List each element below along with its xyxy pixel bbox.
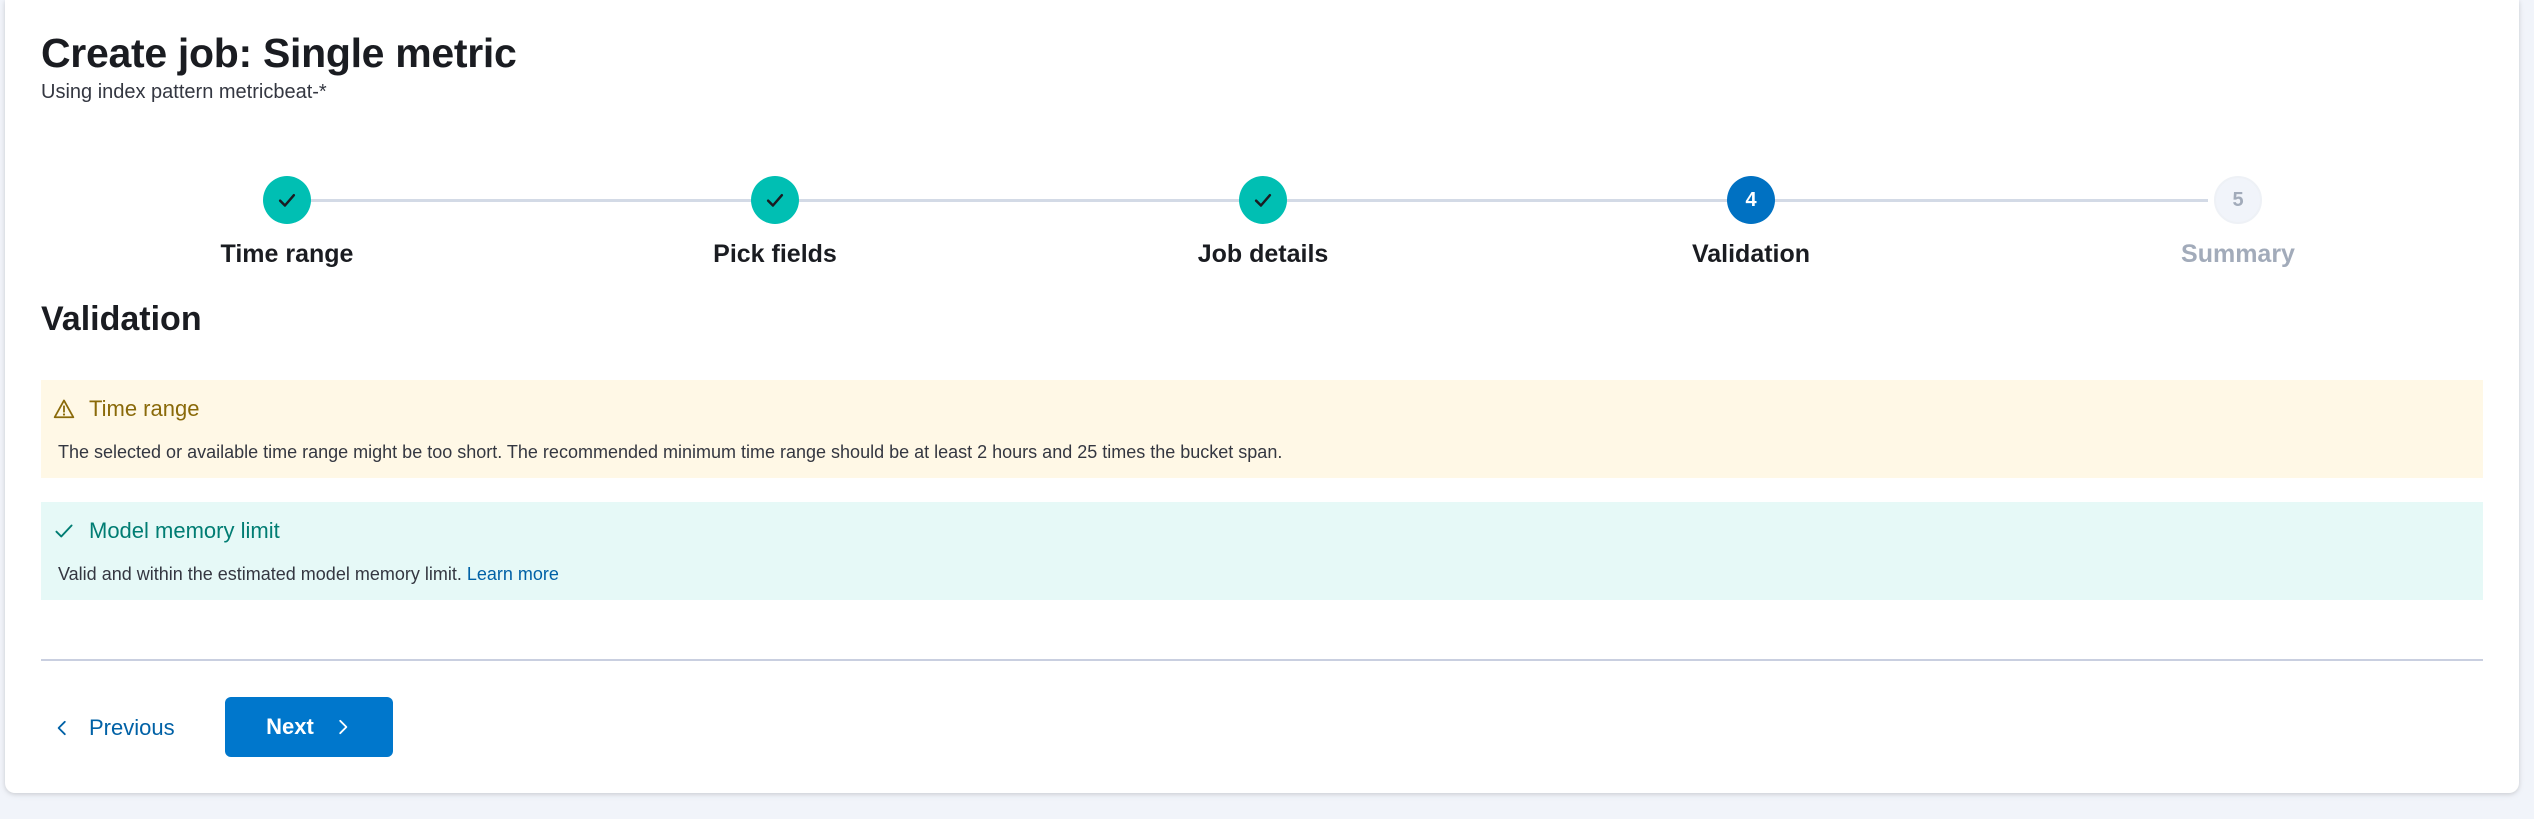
step-label: Job details bbox=[1197, 240, 1329, 268]
step-number-badge: 5 bbox=[2214, 176, 2262, 224]
chevron-right-icon bbox=[339, 719, 348, 735]
footer-divider bbox=[41, 659, 2483, 661]
callout-title: Model memory limit bbox=[89, 518, 280, 543]
step-complete-indicator bbox=[1239, 176, 1287, 224]
check-icon bbox=[1254, 193, 1272, 207]
step-number-badge: 4 bbox=[1727, 176, 1775, 224]
next-button-label: Next bbox=[266, 714, 314, 739]
step-label: Validation bbox=[1691, 240, 1811, 268]
model-memory-limit-callout: Model memory limit Valid and within the … bbox=[41, 502, 2483, 600]
check-icon bbox=[766, 193, 784, 207]
step-complete-indicator bbox=[751, 176, 799, 224]
check-icon bbox=[55, 524, 73, 538]
section-title: Validation bbox=[41, 300, 202, 338]
step-pick-fields[interactable]: Pick fields bbox=[531, 176, 1019, 269]
check-icon bbox=[278, 193, 296, 207]
callout-body: The selected or available time range mig… bbox=[58, 442, 1283, 462]
step-label: Pick fields bbox=[713, 240, 837, 268]
step-label: Summary bbox=[2181, 240, 2295, 268]
callout-body: Valid and within the estimated model mem… bbox=[58, 564, 559, 585]
step-summary: 5 Summary bbox=[1994, 176, 2482, 269]
callout-body-text: Valid and within the estimated model mem… bbox=[58, 564, 462, 584]
next-button[interactable]: Next bbox=[225, 697, 393, 757]
callout-header: Time range bbox=[53, 396, 199, 422]
previous-button[interactable]: Previous bbox=[53, 698, 175, 758]
callout-header: Model memory limit bbox=[53, 518, 280, 544]
step-job-details[interactable]: Job details bbox=[1019, 176, 1507, 269]
step-time-range[interactable]: Time range bbox=[43, 176, 531, 269]
page-title: Create job: Single metric bbox=[41, 30, 517, 76]
chevron-left-icon bbox=[57, 720, 66, 736]
learn-more-link[interactable]: Learn more bbox=[467, 564, 559, 584]
page-subtitle: Using index pattern metricbeat-* bbox=[41, 81, 327, 103]
job-wizard-panel: Create job: Single metric Using index pa… bbox=[5, 0, 2519, 793]
step-validation[interactable]: 4 Validation bbox=[1507, 176, 1995, 269]
step-complete-indicator bbox=[263, 176, 311, 224]
previous-button-label: Previous bbox=[89, 715, 175, 740]
step-label: Time range bbox=[220, 240, 354, 268]
alert-triangle-icon bbox=[53, 399, 75, 419]
callout-title: Time range bbox=[89, 396, 200, 421]
time-range-warning-callout: Time range The selected or available tim… bbox=[41, 380, 2483, 478]
